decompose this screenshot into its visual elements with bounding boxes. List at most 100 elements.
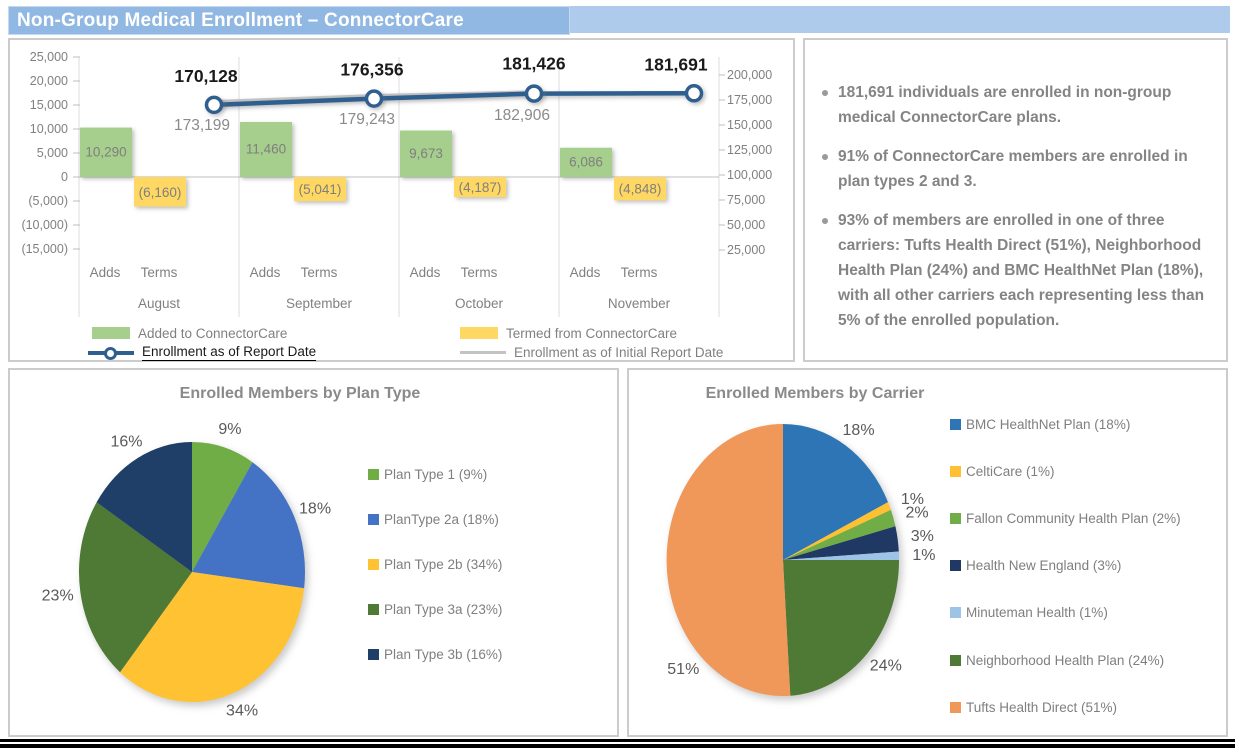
svg-text:15,000: 15,000 [30, 98, 68, 112]
svg-text:173,199: 173,199 [174, 117, 230, 134]
enrollment-chart-panel: 25,000 20,000 15,000 10,000 5,000 0 (5,000) (10… [8, 38, 795, 362]
legend-label: Plan Type 3b (16%) [384, 647, 502, 662]
summary-panel: 181,691 individuals are enrolled in non-… [803, 38, 1228, 362]
legend-item-3: Health New England (3%) [950, 558, 1121, 574]
legend-item-3: Plan Type 3a (23%) [368, 602, 502, 618]
legend-item-report-line: Enrollment as of Report Date [88, 343, 316, 361]
svg-text:75,000: 75,000 [727, 193, 765, 207]
svg-text:(10,000): (10,000) [21, 218, 68, 232]
legend-item-termed: Termed from ConnectorCare [460, 324, 677, 342]
legend-swatch [950, 560, 961, 571]
legend-item-initial-line: Enrollment as of Initial Report Date [460, 343, 723, 361]
svg-text:Adds: Adds [570, 265, 601, 280]
svg-text:November: November [608, 296, 671, 311]
svg-text:Adds: Adds [410, 265, 441, 280]
svg-text:25,000: 25,000 [30, 50, 68, 64]
svg-text:0: 0 [61, 170, 68, 184]
page-title: Non-Group Medical Enrollment – Connector… [9, 10, 464, 32]
legend-swatch [368, 649, 379, 660]
legend-item-1: PlanType 2a (18%) [368, 511, 499, 527]
svg-text:50,000: 50,000 [727, 218, 765, 232]
svg-text:51%: 51% [667, 661, 699, 678]
legend-label: Minuteman Health (1%) [966, 605, 1108, 620]
svg-text:24%: 24% [870, 657, 902, 674]
legend-swatch [950, 655, 961, 666]
legend-label: Tufts Health Direct (51%) [966, 700, 1117, 715]
svg-text:23%: 23% [42, 587, 74, 604]
legend-swatch [950, 607, 961, 618]
svg-text:10,290: 10,290 [85, 144, 126, 159]
svg-text:10,000: 10,000 [30, 122, 68, 136]
summary-bullet: 93% of members are enrolled in one of th… [819, 208, 1215, 333]
plan-type-pie-chart: 9%18%34%23%16% [10, 370, 617, 735]
legend-swatch [368, 559, 379, 570]
svg-text:(4,848): (4,848) [619, 182, 662, 197]
legend-item-4: Minuteman Health (1%) [950, 605, 1108, 621]
svg-text:Adds: Adds [90, 265, 121, 280]
legend-item-2: Plan Type 2b (34%) [368, 556, 502, 572]
svg-text:(5,000): (5,000) [28, 194, 68, 208]
carrier-pie-chart: 18%1%2%3%1%24%51% [629, 370, 1226, 735]
legend-item-1: CeltiCare (1%) [950, 463, 1055, 479]
summary-bullet: 91% of ConnectorCare members are enrolle… [819, 144, 1215, 194]
legend-label-termed: Termed from ConnectorCare [506, 326, 677, 341]
legend-swatch [950, 702, 961, 713]
svg-text:(6,160): (6,160) [139, 185, 182, 200]
carrier-pie-panel: Enrolled Members by Carrier 18%1%2%3%1%2… [627, 368, 1228, 737]
legend-swatch [368, 604, 379, 615]
legend-label-initial-line: Enrollment as of Initial Report Date [514, 345, 723, 360]
svg-text:182,906: 182,906 [494, 107, 550, 124]
legend-label: Neighborhood Health Plan (24%) [966, 653, 1164, 668]
svg-text:Terms: Terms [461, 265, 498, 280]
svg-text:181,691: 181,691 [644, 54, 708, 74]
svg-text:125,000: 125,000 [727, 143, 772, 157]
legend-label: Plan Type 1 (9%) [384, 467, 487, 482]
svg-text:2%: 2% [906, 504, 929, 521]
svg-text:200,000: 200,000 [727, 68, 772, 82]
dashboard: Non-Group Medical Enrollment – Connector… [0, 0, 1235, 751]
svg-text:9%: 9% [218, 421, 241, 438]
legend-swatch [950, 419, 961, 430]
legend-swatch-termed [460, 327, 498, 339]
svg-text:(4,187): (4,187) [459, 180, 502, 195]
legend-label: BMC HealthNet Plan (18%) [966, 417, 1130, 432]
legend-swatch-added [92, 327, 130, 339]
svg-text:179,243: 179,243 [339, 111, 395, 128]
legend-item-0: BMC HealthNet Plan (18%) [950, 416, 1130, 432]
svg-text:1%: 1% [912, 547, 935, 564]
summary-bullet-list: 181,691 individuals are enrolled in non-… [819, 80, 1215, 347]
svg-text:5,000: 5,000 [37, 146, 68, 160]
svg-text:(5,041): (5,041) [299, 182, 342, 197]
svg-text:3%: 3% [911, 528, 934, 545]
legend-label-added: Added to ConnectorCare [138, 326, 287, 341]
svg-text:150,000: 150,000 [727, 118, 772, 132]
svg-text:October: October [455, 296, 504, 311]
legend-swatch [368, 514, 379, 525]
svg-text:Terms: Terms [621, 265, 658, 280]
svg-text:September: September [286, 296, 353, 311]
svg-text:9,673: 9,673 [409, 146, 443, 161]
legend-label: PlanType 2a (18%) [384, 512, 499, 527]
summary-bullet: 181,691 individuals are enrolled in non-… [819, 80, 1215, 130]
svg-text:100,000: 100,000 [727, 168, 772, 182]
title-bar: Non-Group Medical Enrollment – Connector… [8, 6, 1230, 33]
svg-text:Terms: Terms [141, 265, 178, 280]
legend-swatch [950, 513, 961, 524]
svg-text:20,000: 20,000 [30, 74, 68, 88]
legend-item-added: Added to ConnectorCare [92, 324, 287, 342]
legend-item-6: Tufts Health Direct (51%) [950, 699, 1117, 715]
bottom-double-border [0, 739, 1235, 744]
legend-item-0: Plan Type 1 (9%) [368, 466, 487, 482]
legend-label: Plan Type 2b (34%) [384, 557, 502, 572]
legend-swatch-initial-line [460, 351, 506, 354]
svg-text:175,000: 175,000 [727, 93, 772, 107]
svg-text:34%: 34% [226, 703, 258, 720]
legend-label: Fallon Community Health Plan (2%) [966, 511, 1181, 526]
plan-type-pie-panel: Enrolled Members by Plan Type 9%18%34%23… [8, 368, 619, 737]
legend-label-report-line: Enrollment as of Report Date [142, 344, 316, 361]
svg-text:16%: 16% [110, 433, 142, 450]
legend-swatch [950, 466, 961, 477]
svg-text:18%: 18% [843, 422, 875, 439]
svg-text:(15,000): (15,000) [21, 242, 68, 256]
legend-swatch-report-line [88, 347, 134, 358]
